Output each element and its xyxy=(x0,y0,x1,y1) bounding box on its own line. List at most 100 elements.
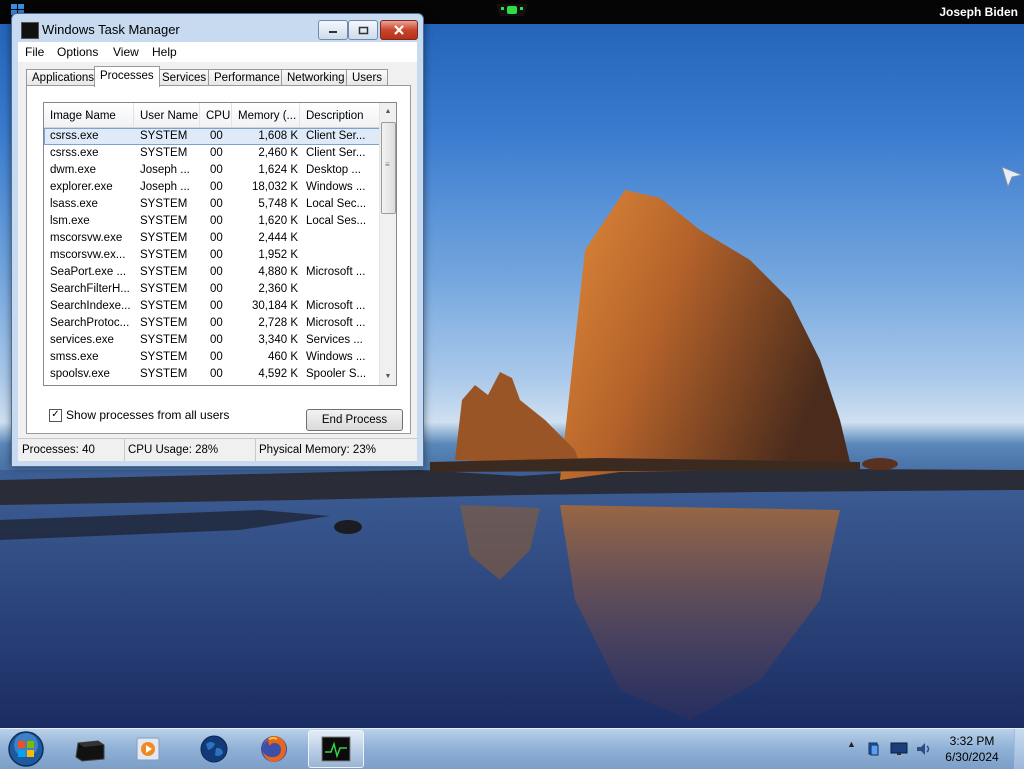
scroll-down-icon[interactable]: ▼ xyxy=(380,368,396,385)
process-description: Windows ... xyxy=(306,181,366,193)
process-description xyxy=(306,247,378,264)
processes-panel: ▲ Image Name User Name CPU Memory (... D… xyxy=(26,85,411,434)
process-memory: 1,608 K xyxy=(258,130,298,142)
monitor-icon[interactable] xyxy=(890,741,908,757)
process-rows: csrss.exe SYSTEM 00 1,608 K Client Ser... csr… xyxy=(44,128,380,383)
task-manager-window[interactable]: Windows Task Manager File Options View H… xyxy=(11,13,424,467)
clock-date: 6/30/2024 xyxy=(945,750,999,764)
menu-help[interactable]: Help xyxy=(152,45,177,59)
table-row[interactable]: mscorsvw.ex... SYSTEM 00 1,952 K xyxy=(44,247,380,264)
process-cpu: 00 xyxy=(210,181,223,193)
tab-performance[interactable]: Performance xyxy=(208,69,286,86)
process-memory: 1,624 K xyxy=(258,164,298,176)
tab-applications[interactable]: Applications xyxy=(26,69,101,86)
end-process-button[interactable]: End Process xyxy=(306,409,403,431)
process-image-name: spoolsv.exe xyxy=(50,368,110,380)
process-cpu: 00 xyxy=(210,368,223,380)
process-user-name: Joseph ... xyxy=(140,181,190,193)
menu-bar: File Options View Help xyxy=(18,42,417,62)
table-row[interactable]: SearchFilterH... SYSTEM 00 2,360 K xyxy=(44,281,380,298)
volume-icon[interactable] xyxy=(915,741,933,757)
process-memory: 2,460 K xyxy=(258,147,298,159)
table-row[interactable]: services.exe SYSTEM 00 3,340 K Services ... xyxy=(44,332,380,349)
process-user-name: SYSTEM xyxy=(140,351,188,363)
start-orb-icon[interactable] xyxy=(6,730,46,768)
connection-indicator-icon[interactable] xyxy=(496,4,528,18)
maximize-button[interactable] xyxy=(348,20,378,40)
show-desktop-button[interactable] xyxy=(1014,729,1024,769)
scrollbar-thumb[interactable]: ≡ xyxy=(381,122,396,214)
tab-users[interactable]: Users xyxy=(346,69,389,86)
table-row[interactable]: smss.exe SYSTEM 00 460 K Windows ... xyxy=(44,349,380,366)
column-memory[interactable]: Memory (... xyxy=(232,103,300,127)
table-row[interactable]: spoolsv.exe SYSTEM 00 4,592 K Spooler S... xyxy=(44,366,380,383)
task-manager-app-icon xyxy=(21,22,39,39)
table-row[interactable]: mscorsvw.exe SYSTEM 00 2,444 K xyxy=(44,230,380,247)
process-list[interactable]: ▲ Image Name User Name CPU Memory (... D… xyxy=(43,102,397,386)
status-cpu-usage: CPU Usage: 28% xyxy=(125,439,256,461)
column-image-name[interactable]: ▲ Image Name xyxy=(44,103,134,127)
process-cpu: 00 xyxy=(210,198,223,210)
tab-networking[interactable]: Networking xyxy=(281,69,351,86)
process-image-name: csrss.exe xyxy=(50,130,99,142)
column-cpu[interactable]: CPU xyxy=(200,103,232,127)
process-cpu: 00 xyxy=(210,334,223,346)
close-button[interactable] xyxy=(380,20,418,40)
process-memory: 18,032 K xyxy=(251,181,298,193)
process-cpu: 00 xyxy=(210,164,223,176)
menu-file[interactable]: File xyxy=(25,45,44,59)
table-row[interactable]: dwm.exe Joseph ... 00 1,624 K Desktop ... xyxy=(44,162,380,179)
show-hidden-icons-icon[interactable]: ▲ xyxy=(847,739,856,749)
column-description[interactable]: Description xyxy=(300,103,380,127)
column-user-name[interactable]: User Name xyxy=(134,103,200,127)
tab-services[interactable]: Services xyxy=(156,69,213,86)
process-description: Local Ses... xyxy=(306,215,367,227)
scroll-up-icon[interactable]: ▲ xyxy=(380,103,396,120)
maximize-icon xyxy=(358,26,368,34)
network-device-icon[interactable] xyxy=(866,741,882,757)
taskbar-firefox[interactable] xyxy=(246,730,302,768)
table-row[interactable]: explorer.exe Joseph ... 00 18,032 K Windows … xyxy=(44,179,380,196)
process-image-name: dwm.exe xyxy=(50,164,97,176)
show-all-users-option[interactable]: ✓ Show processes from all users xyxy=(49,408,229,422)
table-row[interactable]: SearchIndexe... SYSTEM 00 30,184 K Microsoft… xyxy=(44,298,380,315)
table-row[interactable]: SearchProtoc... SYSTEM 00 2,728 K Microsoft … xyxy=(44,315,380,332)
table-row[interactable]: SeaPort.exe ... SYSTEM 00 4,880 K Microsoft … xyxy=(44,264,380,281)
process-image-name: smss.exe xyxy=(50,351,99,363)
title-bar[interactable]: Windows Task Manager xyxy=(12,14,423,42)
taskbar-terminal[interactable] xyxy=(62,730,118,768)
show-all-users-checkbox[interactable]: ✓ xyxy=(49,408,62,422)
tab-processes[interactable]: Processes xyxy=(94,66,160,87)
clock-time: 3:32 PM xyxy=(949,734,995,748)
process-cpu: 00 xyxy=(210,215,223,227)
table-row[interactable]: lsm.exe SYSTEM 00 1,620 K Local Ses... xyxy=(44,213,380,230)
taskbar-globe[interactable] xyxy=(186,730,242,768)
taskbar-task-manager[interactable] xyxy=(308,730,364,768)
process-image-name: explorer.exe xyxy=(50,181,113,193)
task-manager-icon xyxy=(321,736,351,762)
process-user-name: SYSTEM xyxy=(140,130,188,142)
menu-view[interactable]: View xyxy=(113,45,139,59)
table-row[interactable]: csrss.exe SYSTEM 00 2,460 K Client Ser... xyxy=(44,145,380,162)
process-memory: 30,184 K xyxy=(251,300,298,312)
table-row[interactable]: csrss.exe SYSTEM 00 1,608 K Client Ser... xyxy=(44,128,380,145)
process-cpu: 00 xyxy=(210,283,223,295)
status-physical-memory: Physical Memory: 23% xyxy=(259,444,376,456)
minimize-button[interactable] xyxy=(318,20,348,40)
menu-options[interactable]: Options xyxy=(57,45,98,59)
process-description: Client Ser... xyxy=(306,147,366,159)
process-user-name: SYSTEM xyxy=(140,334,188,346)
process-cpu: 00 xyxy=(210,266,223,278)
window-title: Windows Task Manager xyxy=(42,22,180,37)
process-description xyxy=(306,281,378,298)
process-description: Microsoft ... xyxy=(306,266,366,278)
process-list-scrollbar[interactable]: ▲ ≡ ▼ xyxy=(379,103,396,385)
process-image-name: SearchProtoc... xyxy=(50,317,130,329)
process-memory: 3,340 K xyxy=(258,334,298,346)
table-row[interactable]: lsass.exe SYSTEM 00 5,748 K Local Sec... xyxy=(44,196,380,213)
system-clock[interactable]: 3:32 PM 6/30/2024 xyxy=(940,733,1004,765)
taskbar-media-player[interactable] xyxy=(120,730,176,768)
process-memory: 4,592 K xyxy=(258,368,298,380)
process-image-name: lsass.exe xyxy=(50,198,98,210)
process-memory: 2,728 K xyxy=(258,317,298,329)
